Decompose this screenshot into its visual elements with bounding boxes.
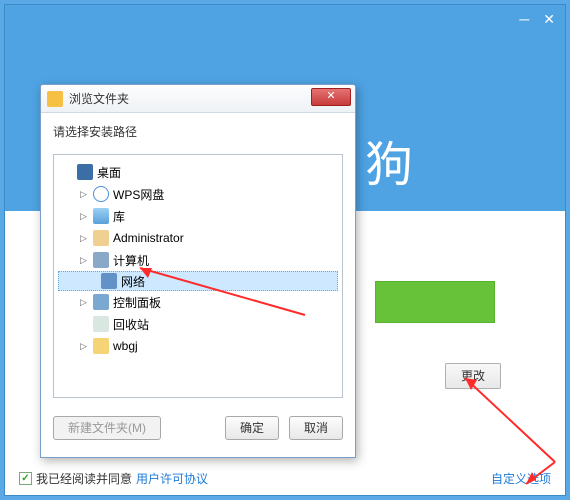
dialog-close-button[interactable]: ✕ (311, 88, 351, 106)
license-link[interactable]: 用户许可协议 (136, 470, 208, 487)
tree-node-network[interactable]: 网络 (58, 271, 338, 291)
recycle-icon (93, 316, 109, 332)
cancel-button[interactable]: 取消 (289, 416, 343, 440)
agree-text: 我已经阅读并同意 (36, 470, 132, 487)
dialog-body: 请选择安装路径 ▷ 桌面 ▷ WPS网盘 ▷ 库 ▷ Administrator (41, 113, 355, 408)
tree-label: 桌面 (97, 164, 121, 181)
tree-label: wbgj (113, 339, 138, 353)
tree-label: 计算机 (113, 252, 149, 269)
dialog-footer: 新建文件夹(M) 确定 取消 (41, 408, 355, 440)
tree-label: WPS网盘 (113, 186, 164, 203)
expander-icon[interactable]: ▷ (78, 341, 89, 352)
tree-node-recycle[interactable]: ▷ 回收站 (58, 313, 338, 335)
new-folder-button[interactable]: 新建文件夹(M) (53, 416, 161, 440)
close-icon[interactable]: ✕ (543, 11, 555, 28)
dialog-title: 浏览文件夹 (69, 90, 129, 107)
brand-text: 狗 (365, 125, 413, 195)
expander-icon[interactable]: ▷ (78, 297, 89, 308)
tree-node-libraries[interactable]: ▷ 库 (58, 205, 338, 227)
computer-icon (93, 252, 109, 268)
browse-folder-dialog: 浏览文件夹 ✕ 请选择安装路径 ▷ 桌面 ▷ WPS网盘 ▷ 库 ▷ (40, 84, 356, 458)
folder-tree[interactable]: ▷ 桌面 ▷ WPS网盘 ▷ 库 ▷ Administrator ▷ (53, 154, 343, 398)
bottom-bar: ✓ 我已经阅读并同意 用户许可协议 自定义选项 (19, 470, 551, 487)
tree-label: 库 (113, 208, 125, 225)
agree-group: ✓ 我已经阅读并同意 用户许可协议 (19, 470, 208, 487)
user-icon (93, 230, 109, 246)
cloud-icon (93, 186, 109, 202)
tree-node-wps[interactable]: ▷ WPS网盘 (58, 183, 338, 205)
tree-label: Administrator (113, 231, 184, 245)
tree-node-computer[interactable]: ▷ 计算机 (58, 249, 338, 271)
tree-label: 控制面板 (113, 294, 161, 311)
controlpanel-icon (93, 294, 109, 310)
library-icon (93, 208, 109, 224)
tree-node-controlpanel[interactable]: ▷ 控制面板 (58, 291, 338, 313)
dialog-titlebar: 浏览文件夹 ✕ (41, 85, 355, 113)
minimize-icon[interactable]: ─ (519, 11, 529, 28)
window-controls: ─ ✕ (519, 11, 555, 28)
tree-label: 网络 (121, 273, 145, 290)
expander-icon[interactable]: ▷ (78, 189, 89, 200)
tree-node-desktop[interactable]: ▷ 桌面 (58, 161, 338, 183)
network-icon (101, 273, 117, 289)
dialog-icon (47, 91, 63, 107)
tree-node-wbgj[interactable]: ▷ wbgj (58, 335, 338, 357)
custom-options-link[interactable]: 自定义选项 (491, 470, 551, 487)
expander-icon[interactable]: ▷ (78, 255, 89, 266)
tree-node-admin[interactable]: ▷ Administrator (58, 227, 338, 249)
folder-icon (93, 338, 109, 354)
dialog-prompt: 请选择安装路径 (53, 123, 343, 140)
expander-icon[interactable]: ▷ (78, 211, 89, 222)
agree-checkbox[interactable]: ✓ (19, 472, 32, 485)
install-button[interactable] (375, 281, 495, 323)
tree-label: 回收站 (113, 316, 149, 333)
ok-button[interactable]: 确定 (225, 416, 279, 440)
expander-icon[interactable]: ▷ (78, 233, 89, 244)
change-path-button[interactable]: 更改 (445, 363, 501, 389)
desktop-icon (77, 164, 93, 180)
